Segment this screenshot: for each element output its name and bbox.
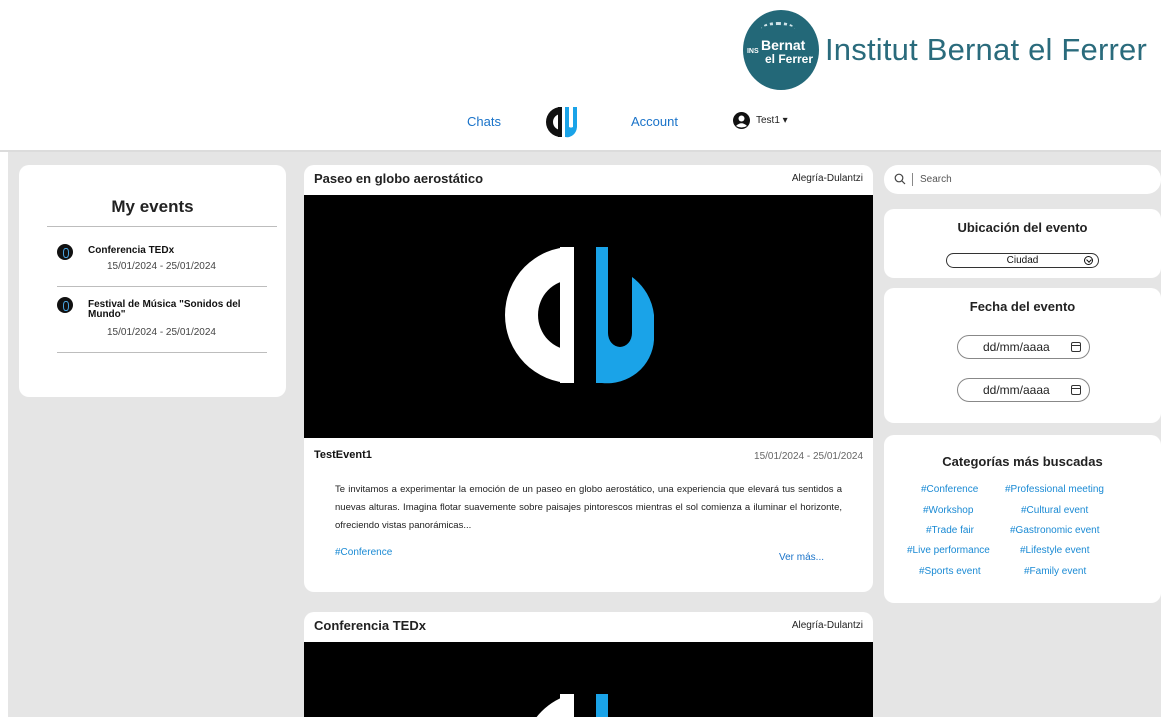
post-tag[interactable]: #Conference [335,547,392,558]
post-image[interactable] [304,642,873,717]
post-title[interactable]: Paseo en globo aerostático [314,171,483,186]
user-menu-label: Test1 ▾ [756,115,788,126]
location-filter-card: Ubicación del evento Ciudad [884,209,1161,278]
cu-logo-icon[interactable] [545,105,581,139]
calendar-icon[interactable] [1071,342,1081,352]
user-menu[interactable]: Test1 ▾ [733,112,788,129]
post-location: Alegría-Dulantzi [791,173,863,184]
category-tag-professional-meeting[interactable]: #Professional meeting [1005,484,1104,495]
search-box [884,165,1161,194]
categories-title: Categorías más buscadas [942,454,1103,469]
event-post: Conferencia TEDx Alegría-Dulantzi [304,612,873,717]
my-events-divider [57,352,267,353]
event-post: Paseo en globo aerostático Alegría-Dulan… [304,165,873,592]
my-events-divider [47,226,277,227]
my-event-item[interactable]: Conferencia TEDx 15/01/2024 - 25/01/2024 [57,244,272,274]
post-location: Alegría-Dulantzi [791,620,863,631]
post-event-date: 15/01/2024 - 25/01/2024 [754,451,863,462]
date-placeholder: dd/mm/aaaa [983,340,1050,354]
category-tag-workshop[interactable]: #Workshop [923,505,973,516]
category-tag-cultural-event[interactable]: #Cultural event [1021,505,1088,516]
category-tag-sports-event[interactable]: #Sports event [919,566,981,577]
search-input[interactable] [920,171,1150,188]
calendar-icon[interactable] [1071,385,1081,395]
category-tag-trade-fair[interactable]: #Trade fair [926,525,974,536]
nav-chats-link[interactable]: Chats [467,114,501,129]
date-filter-title: Fecha del evento [969,299,1076,314]
user-circle-icon [733,112,750,129]
school-logo-ins: INS [746,48,759,55]
my-events-title: My events [111,197,194,216]
city-select[interactable]: Ciudad [946,253,1099,268]
category-tag-live-performance[interactable]: #Live performance [907,545,990,556]
post-title[interactable]: Conferencia TEDx [314,618,426,633]
school-logo-ferrer: el Ferrer [764,52,814,66]
nav-account-link[interactable]: Account [631,114,678,129]
cu-logo-icon [505,247,654,384]
end-date-input[interactable]: dd/mm/aaaa [957,378,1090,402]
category-tag-conference[interactable]: #Conference [921,484,978,495]
chevron-down-icon [1084,256,1093,265]
school-brand: INS Bernat el Ferrer Institut Bernat el … [742,10,1147,90]
school-name: Institut Bernat el Ferrer [824,32,1147,67]
my-event-item[interactable]: Festival de Música "Sonidos del Mundo" 1… [57,297,272,342]
location-filter-title: Ubicación del evento [957,220,1088,235]
date-placeholder: dd/mm/aaaa [983,383,1050,397]
date-filter-card: Fecha del evento dd/mm/aaaa dd/mm/aaaa [884,288,1161,423]
my-event-date: 15/01/2024 - 25/01/2024 [107,261,216,272]
category-tag-gastronomic-event[interactable]: #Gastronomic event [1010,525,1100,536]
cu-logo-icon [536,694,608,717]
post-description: Te invitamos a experimentar la emoción d… [335,484,842,531]
see-more-link[interactable]: Ver más... [779,552,824,563]
my-event-title: Festival de Música "Sonidos del Mundo" [88,299,241,320]
navbar: Chats Account Test1 ▾ [0,102,1161,142]
categories-card: Categorías más buscadas #Conference #Pro… [884,435,1161,603]
post-header: Paseo en globo aerostático Alegría-Dulan… [304,165,873,195]
my-events-divider [57,286,267,287]
my-events-panel: My events Conferencia TEDx 15/01/2024 - … [19,165,286,397]
event-logo-icon [57,297,73,313]
start-date-input[interactable]: dd/mm/aaaa [957,335,1090,359]
category-tag-family-event[interactable]: #Family event [1024,566,1086,577]
post-header: Conferencia TEDx Alegría-Dulantzi [304,612,873,642]
school-logo-dots [760,22,795,36]
search-icon [894,173,906,185]
school-logo-bernat: Bernat [760,37,806,53]
category-tag-lifestyle-event[interactable]: #Lifestyle event [1020,545,1090,556]
post-image[interactable] [304,195,873,438]
school-logo: INS Bernat el Ferrer [742,10,819,90]
city-select-value: Ciudad [1006,255,1039,266]
event-logo-icon [57,244,73,260]
my-event-title: Conferencia TEDx [88,245,175,256]
post-event-title: TestEvent1 [314,449,372,461]
my-event-date: 15/01/2024 - 25/01/2024 [107,327,216,338]
search-separator [912,173,913,186]
